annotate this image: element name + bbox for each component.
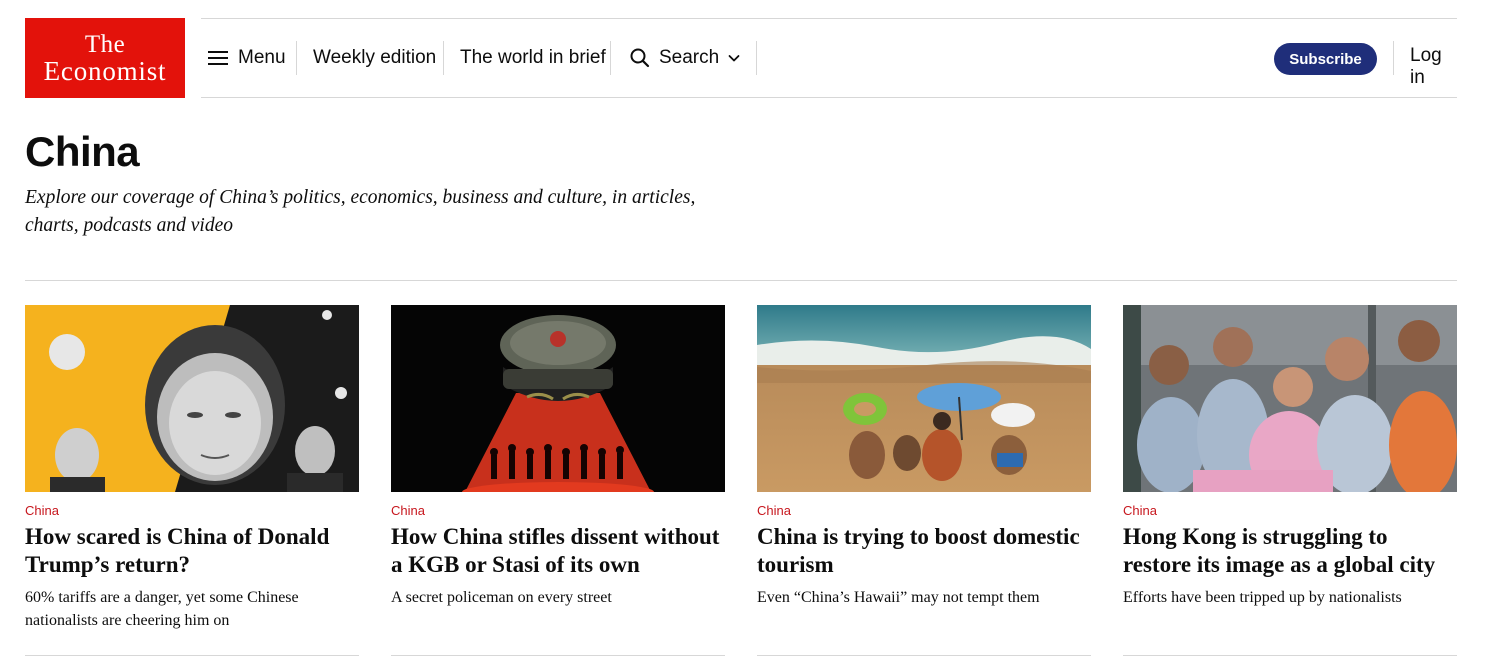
article-image[interactable] [391,305,725,492]
logo-line-1: The [84,30,126,58]
weekly-edition-link[interactable]: Weekly edition [313,19,436,97]
chevron-down-icon [727,51,741,65]
article-subhead: Efforts have been tripped up by national… [1123,589,1402,606]
page-description: Explore our coverage of China’s politics… [25,187,696,236]
article-section[interactable]: China [1123,503,1457,518]
nav-divider [296,41,297,75]
article-headline[interactable]: Hong Kong is struggling to restore its i… [1123,523,1457,579]
article-card[interactable]: China How China stifles dissent without … [391,305,725,609]
section-divider [25,280,1457,281]
card-divider [757,655,1091,656]
article-headline[interactable]: How scared is China of Donald Trump’s re… [25,523,359,579]
article-card[interactable]: China China is trying to boost domestic … [757,305,1091,609]
article-subhead: 60% tariffs are a danger, yet some Chine… [25,589,299,629]
nav-divider [1393,41,1394,75]
article-subhead: Even “China’s Hawaii” may not tempt them [757,589,1040,606]
search-button[interactable]: Search [629,19,741,97]
nav-divider [756,41,757,75]
article-section[interactable]: China [757,503,1091,518]
card-divider [1123,655,1457,656]
card-divider [391,655,725,656]
article-section[interactable]: China [391,503,725,518]
article-subhead: A secret policeman on every street [391,589,612,606]
subscribe-button[interactable]: Subscribe [1274,43,1377,75]
card-divider [25,655,359,656]
article-image[interactable] [25,305,359,492]
top-navigation: Menu Weekly edition The world in brief S… [201,18,1457,98]
search-label: Search [659,47,720,68]
world-in-brief-link[interactable]: The world in brief [460,19,606,97]
login-link[interactable]: Log in [1410,45,1457,89]
hamburger-icon [208,51,228,65]
weekly-edition-label: Weekly edition [313,47,437,68]
nav-divider [610,41,611,75]
menu-label: Menu [238,47,286,68]
world-in-brief-label: The world in brief [460,47,606,68]
article-section[interactable]: China [25,503,359,518]
nav-divider [443,41,444,75]
article-headline[interactable]: China is trying to boost domestic touris… [757,523,1091,579]
article-card[interactable]: China Hong Kong is struggling to restore… [1123,305,1457,609]
article-image[interactable] [757,305,1091,492]
article-card[interactable]: China How scared is China of Donald Trum… [25,305,359,632]
menu-button[interactable]: Menu [208,19,286,97]
logo-line-2: Economist [43,55,167,86]
article-headline[interactable]: How China stifles dissent without a KGB … [391,523,725,579]
economist-logo[interactable]: The Economist [25,18,185,98]
article-image[interactable] [1123,305,1457,492]
page-title: China [25,128,140,175]
search-icon [629,47,651,69]
